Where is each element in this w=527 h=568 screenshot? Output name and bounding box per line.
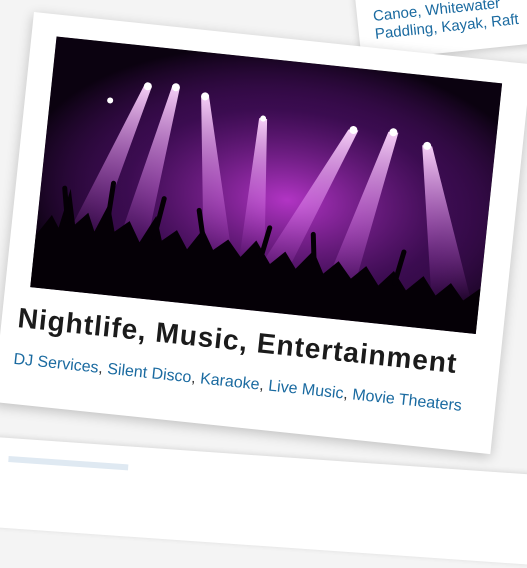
concert-photo[interactable] [30,36,503,334]
link-movie-theaters[interactable]: Movie Theaters [351,386,462,414]
link-silent-disco[interactable]: Silent Disco [106,361,192,387]
link-live-music[interactable]: Live Music [267,378,344,403]
concert-image-icon [30,36,503,334]
category-card-nightlife[interactable]: Nightlife, Music, Entertainment DJ Servi… [0,12,527,455]
outdoor-links: Canoe, Whitewater Paddling, Kayak, Raft [372,0,527,44]
card-divider [8,456,129,471]
category-card-next[interactable] [0,436,527,568]
link-karaoke[interactable]: Karaoke [199,370,260,393]
link-dj-services[interactable]: DJ Services [13,351,100,377]
